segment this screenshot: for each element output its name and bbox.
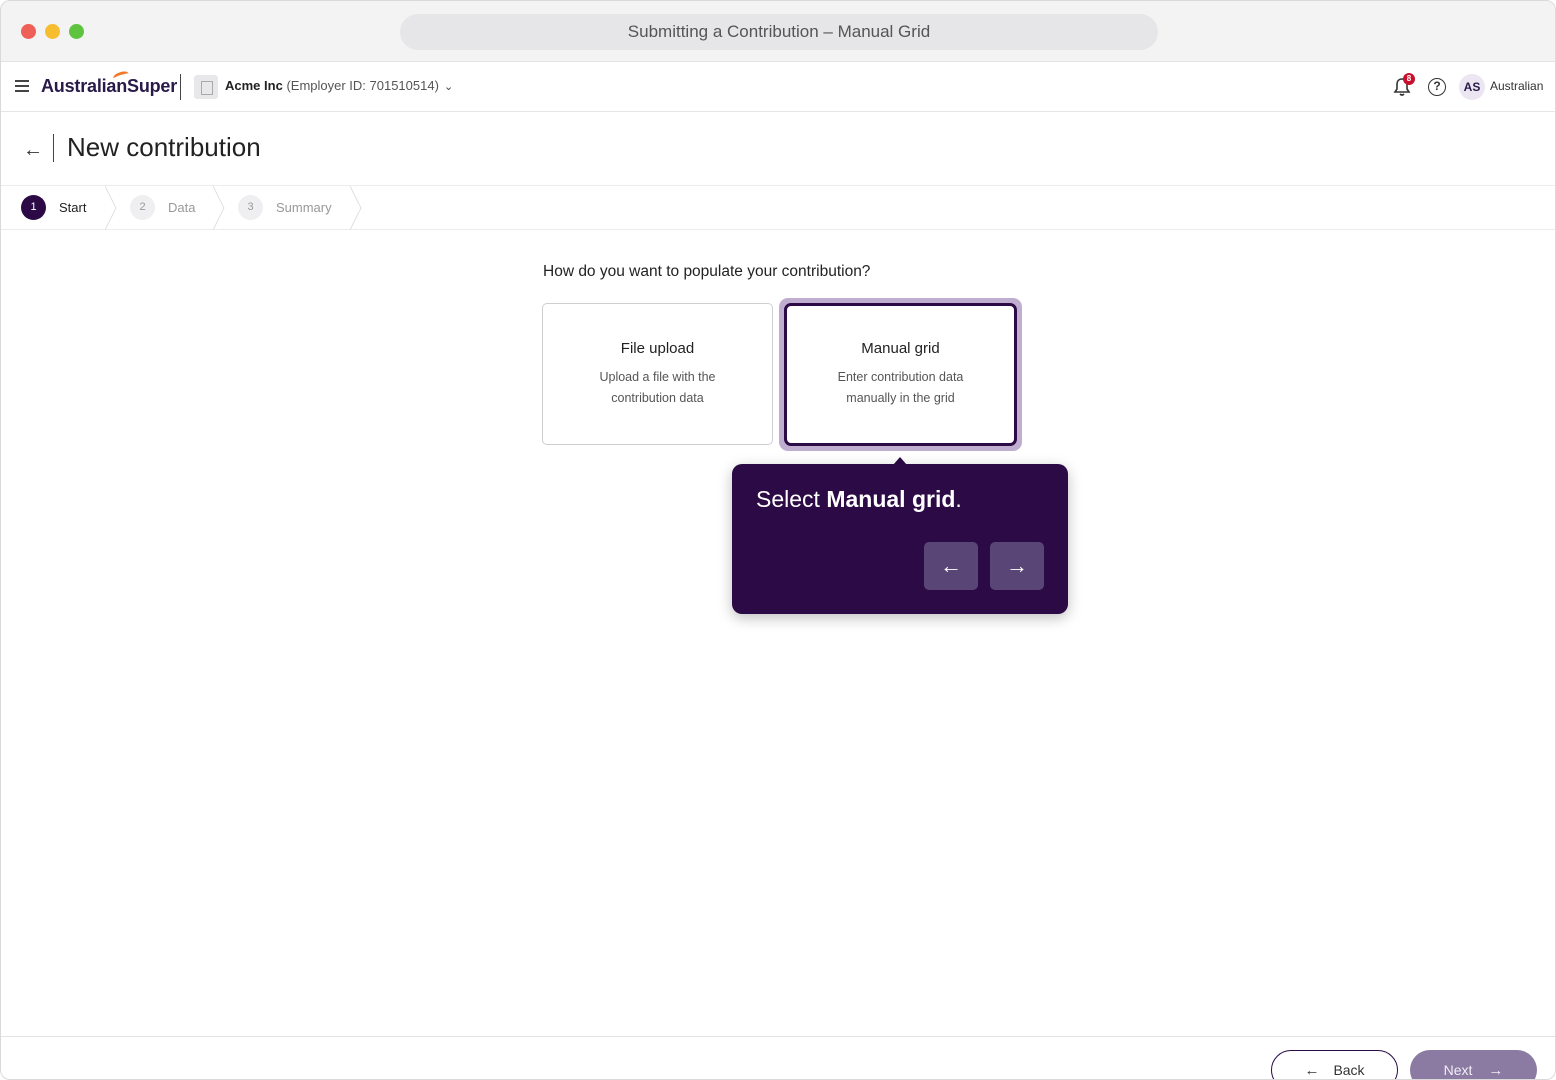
step-label: Data — [168, 200, 196, 215]
option-title: Manual grid — [861, 340, 940, 357]
arrow-right-icon: → — [1488, 1062, 1504, 1079]
arrow-right-icon: → — [1006, 553, 1028, 578]
step-label: Summary — [276, 200, 332, 215]
close-window-button[interactable] — [21, 24, 36, 39]
next-label: Next — [1443, 1062, 1473, 1078]
tooltip-prefix: Select — [756, 486, 827, 512]
step-number: 3 — [238, 195, 263, 220]
option-title: File upload — [620, 340, 695, 357]
logo-text: AustralianSuper — [41, 76, 178, 96]
step-label: Start — [59, 200, 87, 215]
browser-window: Submitting a Contribution – Manual Grid … — [0, 0, 1556, 1080]
brand-logo[interactable]: AustralianSuper — [41, 69, 178, 97]
back-arrow-icon[interactable]: ← — [23, 139, 43, 162]
footer-bar: ← Back Next → — [1, 1036, 1555, 1079]
avatar[interactable]: AS — [1459, 74, 1485, 100]
maximize-window-button[interactable] — [69, 24, 84, 39]
step-separator — [104, 185, 117, 231]
step-separator — [212, 185, 225, 231]
stepper: 1 Start 2 Data 3 Summary — [1, 185, 1555, 231]
tooltip-highlight: Manual grid — [826, 486, 956, 512]
employer-id: (Employer ID: 701510514) — [286, 78, 439, 93]
step-separator — [349, 185, 362, 231]
manual-grid-option[interactable]: Manual grid Enter contribution data manu… — [784, 303, 1017, 446]
tooltip-previous-button[interactable]: ← — [924, 542, 978, 590]
guide-tooltip: Select Manual grid. ← → — [732, 464, 1068, 614]
step-number: 2 — [130, 195, 155, 220]
building-icon — [194, 75, 218, 99]
arrow-left-icon: ← — [1304, 1062, 1320, 1079]
menu-icon[interactable] — [15, 80, 29, 92]
tooltip-suffix: . — [955, 486, 962, 512]
app-header: AustralianSuper Acme Inc (Employer ID: 7… — [1, 62, 1555, 112]
title-bar: Submitting a Contribution – Manual Grid — [1, 1, 1555, 62]
option-description: Upload a file with the contribution data — [599, 370, 716, 405]
minimize-window-button[interactable] — [45, 24, 60, 39]
arrow-left-icon: ← — [940, 553, 962, 578]
employer-selector[interactable]: Acme Inc (Employer ID: 701510514) — [225, 78, 439, 93]
option-description: Enter contribution data manually in the … — [837, 370, 964, 405]
help-icon[interactable]: ? — [1428, 78, 1446, 96]
page-title: New contribution — [67, 132, 261, 162]
header-divider — [180, 74, 181, 100]
chevron-down-icon[interactable]: ⌄ — [444, 80, 453, 93]
next-button[interactable]: Next → — [1410, 1050, 1537, 1079]
populate-question: How do you want to populate your contrib… — [543, 263, 871, 280]
back-label: Back — [1333, 1062, 1365, 1078]
back-button[interactable]: ← Back — [1271, 1050, 1398, 1079]
tooltip-next-button[interactable]: → — [990, 542, 1044, 590]
employer-name: Acme Inc — [225, 78, 283, 93]
notification-badge: 8 — [1403, 73, 1415, 85]
file-upload-option[interactable]: File upload Upload a file with the contr… — [542, 303, 773, 445]
title-divider — [53, 134, 54, 162]
window-title: Submitting a Contribution – Manual Grid — [400, 14, 1158, 50]
step-number: 1 — [21, 195, 46, 220]
user-name[interactable]: Australian — [1490, 79, 1543, 93]
tooltip-text: Select Manual grid. — [756, 486, 962, 513]
